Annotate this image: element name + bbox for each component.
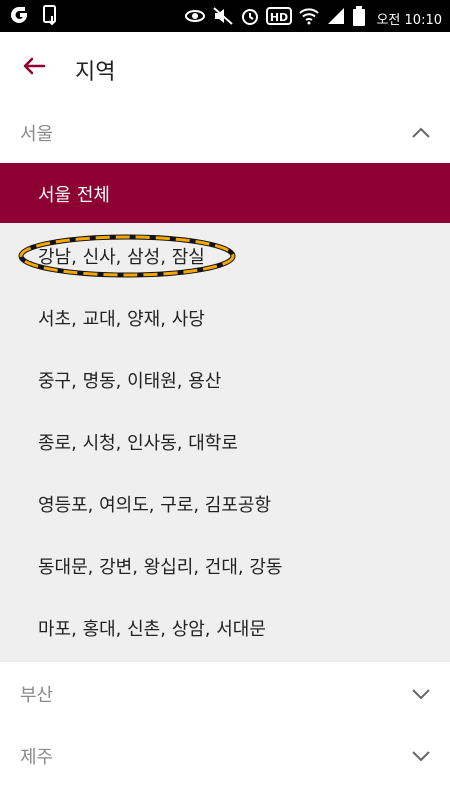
chevron-down-icon <box>410 745 432 767</box>
sub-item-label: 강남, 신사, 삼성, 잠실 <box>38 247 205 268</box>
download-icon <box>40 4 62 30</box>
svg-text:HD: HD <box>270 11 288 24</box>
region-header-busan[interactable]: 부산 <box>0 663 450 723</box>
region-header-jeju[interactable]: 제주 <box>0 725 450 785</box>
eye-icon <box>184 6 206 30</box>
app-notification-icon <box>8 4 30 30</box>
sub-item-label: 중구, 명동, 이태원, 용산 <box>38 371 222 392</box>
sub-item-label: 영등포, 여의도, 구로, 김포공항 <box>38 495 272 516</box>
sub-item-jongno[interactable]: 종로, 시청, 인사동, 대학로 <box>0 411 450 473</box>
sub-item-label: 서울 전체 <box>38 185 110 206</box>
status-time: 오전 10:10 <box>376 12 442 28</box>
seoul-sub-list: 서울 전체 강남, 신사, 삼성, 잠실 서초, 교대, 양재, 사당 중구, … <box>0 163 450 662</box>
sub-item-seoul-all[interactable]: 서울 전체 <box>0 163 450 223</box>
back-arrow-icon <box>22 56 46 80</box>
wifi-icon <box>298 6 320 30</box>
app-bar: 지역 <box>0 32 450 102</box>
sub-item-seocho[interactable]: 서초, 교대, 양재, 사당 <box>0 287 450 349</box>
status-bar: HD 오전 10:10 <box>0 0 450 32</box>
chevron-down-icon <box>410 683 432 705</box>
sub-item-label: 서초, 교대, 양재, 사당 <box>38 309 205 330</box>
sub-item-mapo[interactable]: 마포, 홍대, 신촌, 상암, 서대문 <box>0 597 450 659</box>
sub-item-label: 마포, 홍대, 신촌, 상암, 서대문 <box>38 619 266 640</box>
signal-icon <box>326 6 346 30</box>
sub-item-label: 종로, 시청, 인사동, 대학로 <box>38 433 238 454</box>
region-label: 부산 <box>20 685 54 706</box>
page-title: 지역 <box>75 60 116 85</box>
mute-icon <box>212 6 234 30</box>
alarm-icon <box>240 6 260 30</box>
sub-item-label: 동대문, 강변, 왕십리, 건대, 강동 <box>38 557 283 578</box>
hd-icon: HD <box>266 6 293 30</box>
battery-icon <box>352 5 366 31</box>
sub-item-yeongdeungpo[interactable]: 영등포, 여의도, 구로, 김포공항 <box>0 473 450 535</box>
region-label: 제주 <box>20 747 54 768</box>
status-bar-left <box>8 4 62 30</box>
back-button[interactable] <box>14 48 54 88</box>
sub-item-junggu[interactable]: 중구, 명동, 이태원, 용산 <box>0 349 450 411</box>
chevron-up-icon <box>410 122 432 144</box>
sub-item-gangnam[interactable]: 강남, 신사, 삼성, 잠실 <box>0 225 450 287</box>
region-label: 서울 <box>20 124 54 145</box>
region-header-seoul[interactable]: 서울 <box>0 102 450 162</box>
status-bar-right: HD 오전 10:10 <box>184 5 442 31</box>
sub-item-dongdaemun[interactable]: 동대문, 강변, 왕십리, 건대, 강동 <box>0 535 450 597</box>
